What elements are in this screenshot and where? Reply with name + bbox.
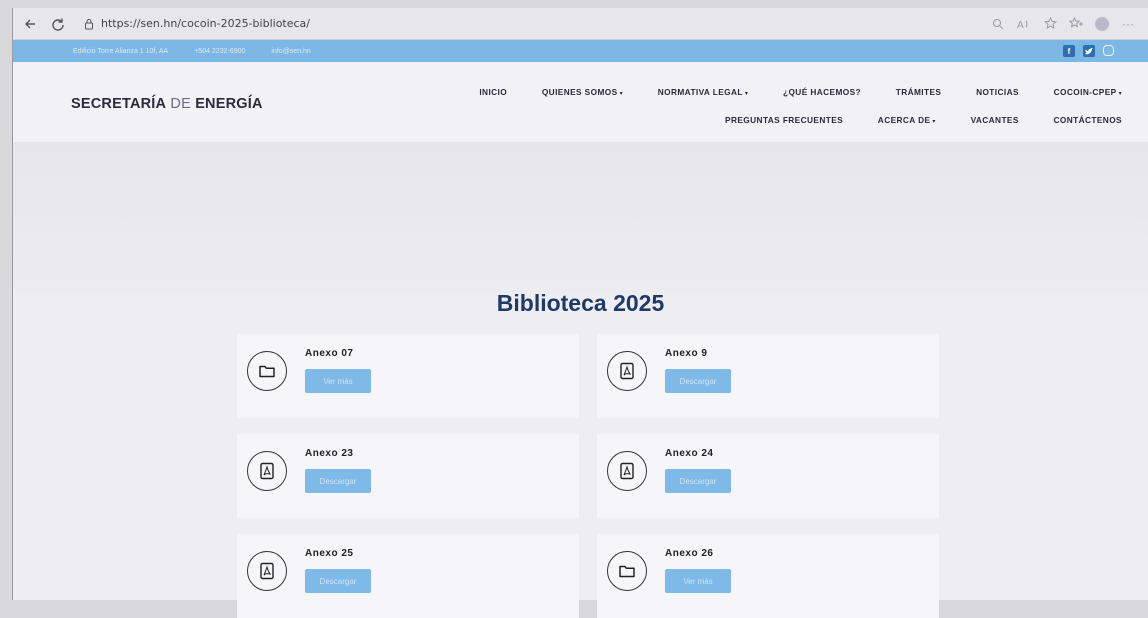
more-icon[interactable]: ··· <box>1120 16 1136 32</box>
menu-item-noticias[interactable]: NOTICIAS <box>960 79 1019 105</box>
hero-banner <box>13 142 1148 292</box>
address-text: Edificio Torre Alianza 1 10f, AA <box>73 47 169 55</box>
card-title: Anexo 07 <box>305 348 354 359</box>
favorite-icon[interactable] <box>1042 16 1058 32</box>
menu-item-acerca-de[interactable]: ACERCA DE ▾ <box>862 107 936 135</box>
card-title: Anexo 23 <box>305 448 354 459</box>
menu-item-quienes-somos[interactable]: QUIENES SOMOS ▾ <box>526 79 623 107</box>
download-button[interactable]: Descargar <box>305 569 371 593</box>
browser-toolbar: https://sen.hn/cocoin-2025-biblioteca/ A… <box>13 8 1148 40</box>
phone-text: +504 2232-6900 <box>194 47 246 55</box>
profile-icon[interactable] <box>1094 16 1110 32</box>
pdf-icon <box>247 551 287 591</box>
social-links: f <box>1063 45 1114 57</box>
address-bar[interactable]: https://sen.hn/cocoin-2025-biblioteca/ <box>75 13 318 35</box>
document-card: Anexo 9 Descargar <box>597 334 939 418</box>
logo-word-1: SECRETARÍA <box>71 96 167 112</box>
facebook-icon[interactable]: f <box>1063 45 1075 57</box>
browser-window: https://sen.hn/cocoin-2025-biblioteca/ A… <box>12 8 1148 618</box>
twitter-icon[interactable] <box>1083 45 1095 57</box>
menu-item-que-hacemos[interactable]: ¿QUÉ HACEMOS? <box>767 79 861 105</box>
card-title: Anexo 24 <box>665 448 714 459</box>
pdf-icon <box>607 351 647 391</box>
zoom-icon[interactable] <box>990 16 1006 32</box>
caret-down-icon: ▾ <box>744 91 749 97</box>
document-card: Anexo 24 Descargar <box>597 434 939 518</box>
folder-icon <box>607 551 647 591</box>
page-title: Biblioteca 2025 <box>496 290 665 316</box>
site-header: SECRETARÍA DE ENERGÍA INICIO QUIENES SOM… <box>13 62 1148 142</box>
refresh-icon[interactable] <box>47 13 69 35</box>
collections-icon[interactable] <box>1068 16 1084 32</box>
read-aloud-icon[interactable]: A <box>1016 16 1032 32</box>
email-text: info@sen.hn <box>271 47 311 55</box>
document-card: Anexo 23 Descargar <box>237 434 579 518</box>
instagram-icon[interactable] <box>1103 45 1114 56</box>
download-button[interactable]: Descargar <box>665 369 731 393</box>
menu-item-vacantes[interactable]: VACANTES <box>955 107 1019 133</box>
view-more-button[interactable]: Ver más <box>665 569 731 593</box>
menu-item-tramites[interactable]: TRÁMITES <box>880 79 942 105</box>
download-button[interactable]: Descargar <box>305 469 371 493</box>
view-more-button[interactable]: Ver más <box>305 369 371 393</box>
url-text: https://sen.hn/cocoin-2025-biblioteca/ <box>101 17 310 30</box>
caret-down-icon: ▾ <box>1118 91 1122 97</box>
caret-down-icon: ▾ <box>932 119 936 125</box>
card-title: Anexo 9 <box>665 348 708 359</box>
pdf-icon <box>607 451 647 491</box>
site-top-strip: Edificio Torre Alianza 1 10f, AA +504 22… <box>13 40 1148 62</box>
menu-item-contactenos[interactable]: CONTÁCTENOS <box>1038 107 1122 133</box>
card-title: Anexo 26 <box>665 548 714 559</box>
logo-word-3: ENERGÍA <box>195 96 263 112</box>
menu-item-inicio[interactable]: INICIO <box>463 79 507 105</box>
document-card: Anexo 25 Descargar <box>237 534 579 618</box>
document-card: Anexo 07 Ver más <box>237 334 579 418</box>
logo-word-2: DE <box>166 96 196 112</box>
download-button[interactable]: Descargar <box>665 469 731 493</box>
document-card: Anexo 26 Ver más <box>597 534 939 618</box>
browser-actions: A ··· <box>990 16 1142 32</box>
document-grid: Anexo 07 Ver más Anexo 9 Descargar Anexo… <box>237 334 941 618</box>
folder-icon <box>247 351 287 391</box>
menu-item-preguntas-frecuentes[interactable]: PREGUNTAS FRECUENTES <box>709 107 843 133</box>
main-menu: INICIO QUIENES SOMOS ▾ NORMATIVA LEGAL ▾ ¿… <box>302 79 1122 135</box>
site-logo[interactable]: SECRETARÍA DE ENERGÍA <box>71 96 263 112</box>
menu-item-normativa-legal[interactable]: NORMATIVA LEGAL ▾ <box>642 79 749 107</box>
lock-icon <box>83 18 95 30</box>
card-title: Anexo 25 <box>305 548 354 559</box>
svg-text:A: A <box>1017 20 1024 30</box>
pdf-icon <box>247 451 287 491</box>
menu-item-cocoin-cpep[interactable]: COCOIN-CPEP ▾ <box>1038 79 1122 107</box>
back-icon[interactable] <box>19 13 41 35</box>
caret-down-icon: ▾ <box>619 91 623 97</box>
